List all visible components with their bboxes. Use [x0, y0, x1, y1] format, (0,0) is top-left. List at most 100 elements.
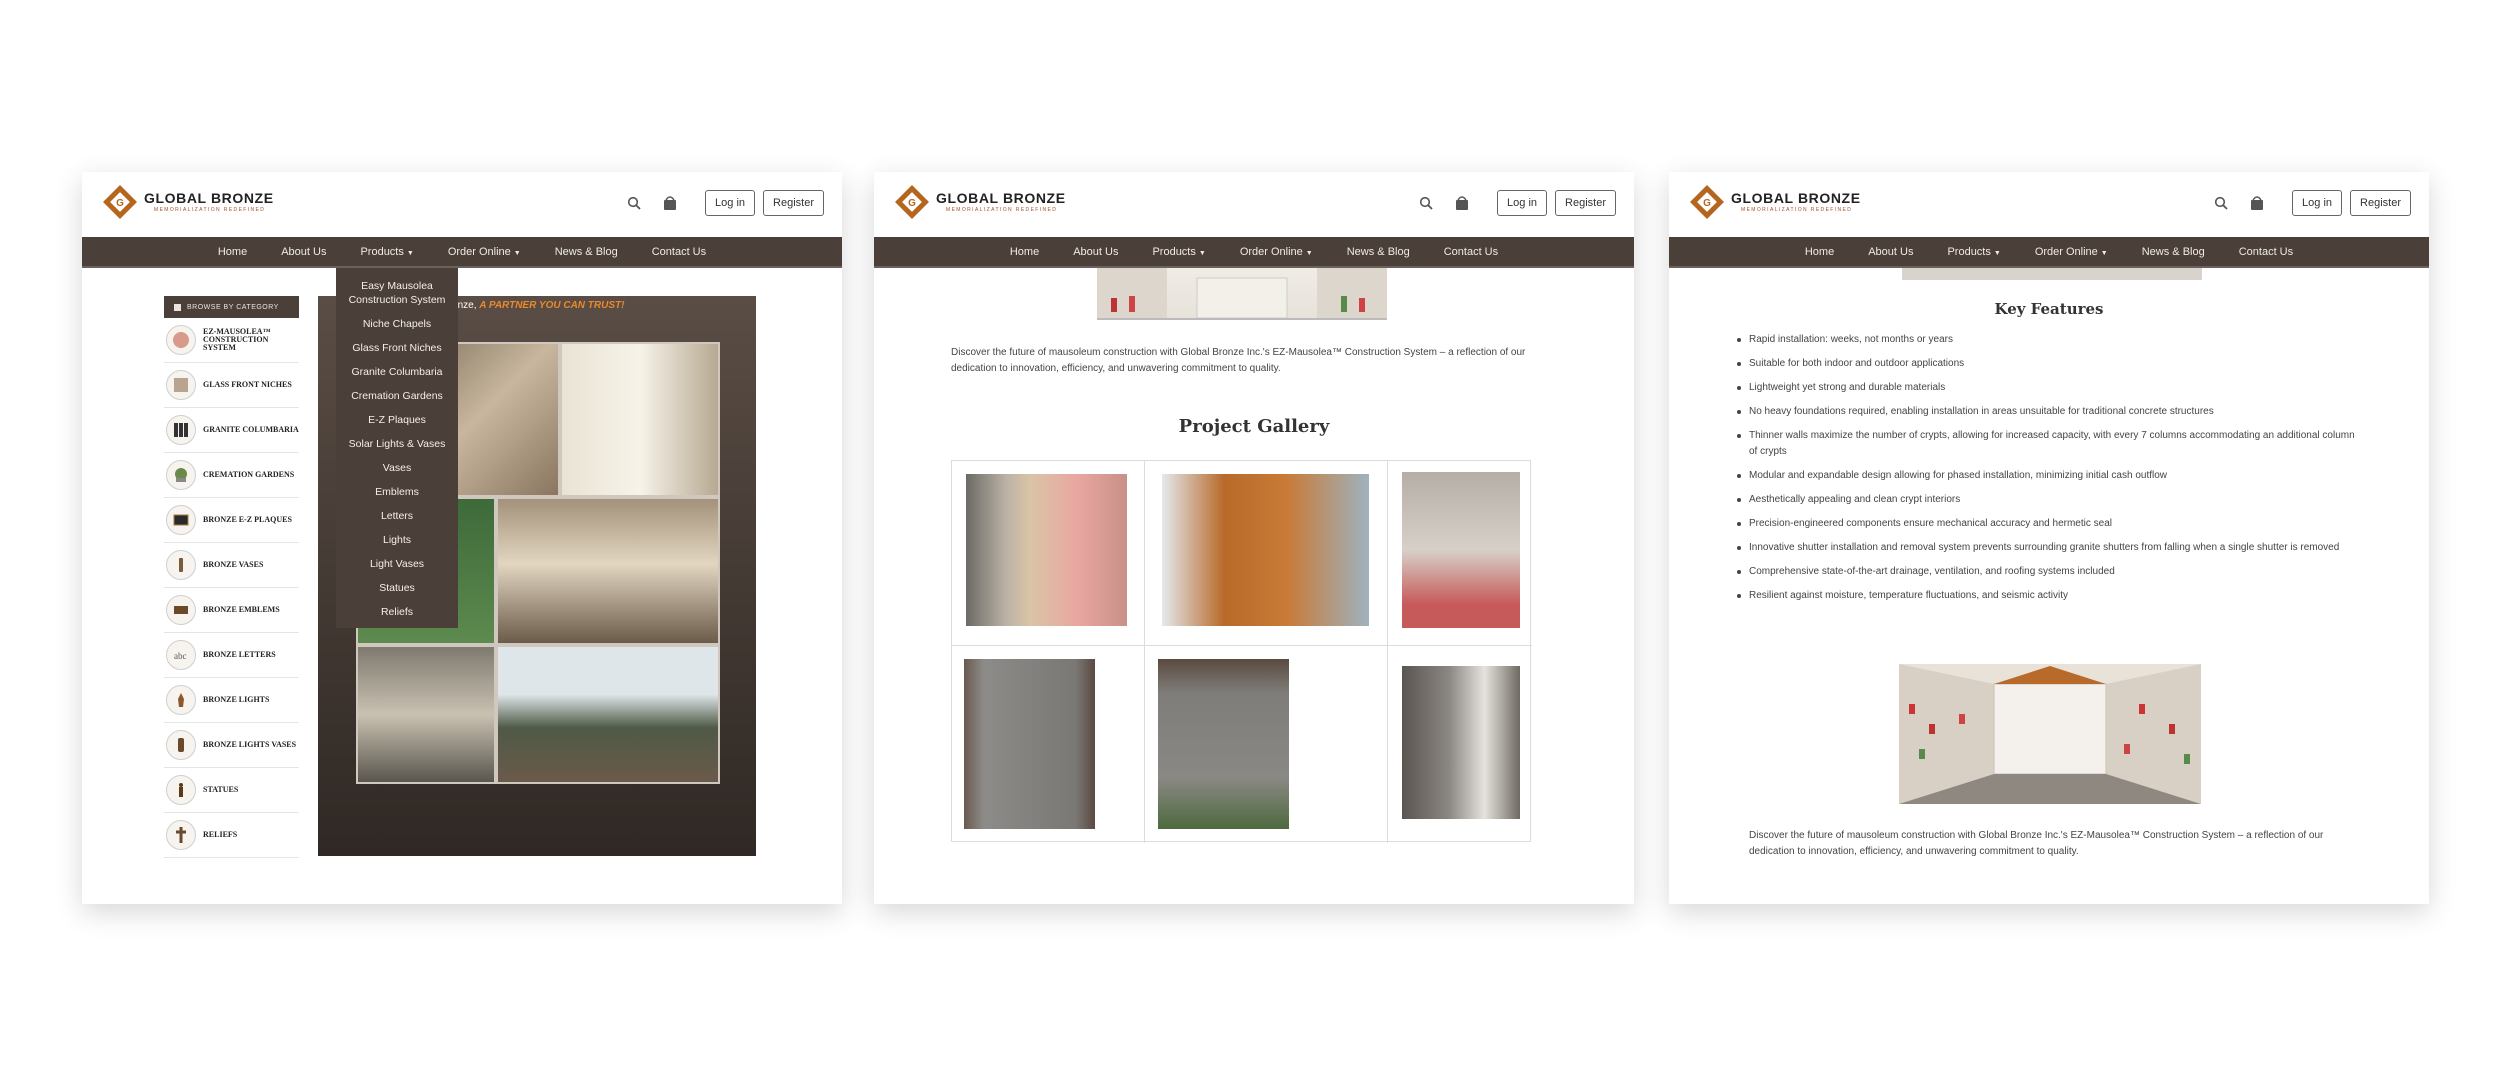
crypt-interior-image [1097, 268, 1387, 320]
sidebar-item-bronze-letters[interactable]: abc BRONZE LETTERS [164, 633, 299, 678]
sidebar-item-label: BRONZE EMBLEMS [203, 605, 280, 614]
gallery-title: Project Gallery [1178, 416, 1330, 437]
sidebar-item-bronze-ez-plaques[interactable]: BRONZE E-Z PLAQUES [164, 498, 299, 543]
nav-contact-us[interactable]: Contact Us [652, 246, 706, 258]
svg-text:G: G [116, 198, 124, 209]
login-button[interactable]: Log in [705, 190, 756, 216]
search-icon[interactable] [625, 194, 643, 212]
nav-news-blog[interactable]: News & Blog [1347, 246, 1410, 258]
banner-highlight: A PARTNER YOU CAN TRUST! [479, 300, 625, 311]
site-logo[interactable]: G GLOBAL BRONZE MEMORIALIZATION REDEFINED [102, 182, 274, 222]
crypt-room-graphic [1899, 664, 2201, 804]
feature-item: Precision-engineered components ensure m… [1735, 516, 2355, 532]
sidebar-item-cremation-gardens[interactable]: CREMATION GARDENS [164, 453, 299, 498]
brand-name: GLOBAL BRONZE [144, 190, 274, 206]
dropdown-item-cremation-gardens[interactable]: Cremation Gardens [336, 384, 458, 408]
cart-icon[interactable] [2248, 194, 2266, 212]
register-button[interactable]: Register [763, 190, 824, 216]
dropdown-item-reliefs[interactable]: Reliefs [336, 600, 458, 624]
cart-icon[interactable] [1453, 194, 1471, 212]
search-icon[interactable] [1417, 194, 1435, 212]
collage-photo-plaques [356, 645, 496, 784]
nav-order-online-label: Order Online [1239, 245, 1303, 258]
main-nav: Home About Us Products ▼ Order Online ▼ Ne… [1669, 237, 2429, 268]
dropdown-item-ez-plaques[interactable]: E-Z Plaques [336, 408, 458, 432]
nav-about-us[interactable]: About Us [281, 246, 326, 258]
nav-order-online-label: Order Online [2034, 245, 2098, 258]
dropdown-item-emblems[interactable]: Emblems [336, 480, 458, 504]
category-thumbnail [166, 325, 196, 355]
brand-tagline: MEMORIALIZATION REDEFINED [946, 207, 1058, 213]
category-thumbnail [166, 550, 196, 580]
nav-about-us[interactable]: About Us [1868, 246, 1913, 258]
nav-order-online[interactable]: Order Online ▼ [448, 246, 521, 258]
dropdown-item-solar-lights-vases[interactable]: Solar Lights & Vases [336, 432, 458, 456]
sidebar-item-label: GLASS FRONT NICHES [203, 380, 292, 389]
intro-paragraph: Discover the future of mausoleum constru… [951, 347, 1526, 374]
gallery-photo-wood-hallway[interactable] [1162, 474, 1369, 626]
dropdown-item-glass-front-niches[interactable]: Glass Front Niches [336, 336, 458, 360]
dropdown-item-statues[interactable]: Statues [336, 576, 458, 600]
feature-item: Rapid installation: weeks, not months or… [1735, 332, 2355, 348]
nav-home[interactable]: Home [1010, 246, 1039, 258]
chevron-down-icon: ▼ [1198, 249, 1206, 257]
register-button[interactable]: Register [2350, 190, 2411, 216]
gallery-photo-courtyard-statue[interactable] [1402, 666, 1520, 819]
nav-order-online[interactable]: Order Online ▼ [1240, 246, 1313, 258]
nav-news-blog[interactable]: News & Blog [555, 246, 618, 258]
nav-contact-us[interactable]: Contact Us [1444, 246, 1498, 258]
cart-icon[interactable] [661, 194, 679, 212]
login-button[interactable]: Log in [2292, 190, 2343, 216]
nav-contact-us[interactable]: Contact Us [2239, 246, 2293, 258]
nav-products-label: Products [1947, 245, 1991, 258]
sidebar-item-glass-front-niches[interactable]: GLASS FRONT NICHES [164, 363, 299, 408]
brand-tagline: MEMORIALIZATION REDEFINED [154, 207, 266, 213]
nav-order-online[interactable]: Order Online ▼ [2035, 246, 2108, 258]
nav-products[interactable]: Products ▼ [1947, 246, 2000, 258]
feature-item: Resilient against moisture, temperature … [1735, 588, 2355, 604]
gallery-photo-statue-niche[interactable] [1158, 659, 1289, 829]
dropdown-item-letters[interactable]: Letters [336, 504, 458, 528]
search-icon[interactable] [2212, 194, 2230, 212]
sidebar-item-bronze-emblems[interactable]: BRONZE EMBLEMS [164, 588, 299, 633]
sidebar-item-bronze-lights-vases[interactable]: BRONZE LIGHTS VASES [164, 723, 299, 768]
sidebar-item-label: RELIEFS [203, 830, 238, 839]
nav-products[interactable]: Products ▼ [1152, 246, 1205, 258]
project-gallery-grid [951, 460, 1532, 843]
nav-news-blog[interactable]: News & Blog [2142, 246, 2205, 258]
sidebar-item-ez-mausolea[interactable]: EZ-MAUSOLEA™ CONSTRUCTION SYSTEM [164, 318, 299, 363]
nav-about-us[interactable]: About Us [1073, 246, 1118, 258]
dropdown-item-light-vases[interactable]: Light Vases [336, 552, 458, 576]
main-nav: Home About Us Products ▼ Order Online ▼ Ne… [82, 237, 842, 268]
sidebar-item-label: BRONZE LIGHTS [203, 695, 270, 704]
category-thumbnail [166, 415, 196, 445]
brand-name: GLOBAL BRONZE [936, 190, 1066, 206]
dropdown-item-easy-mausolea[interactable]: Easy Mausolea Construction System [336, 274, 458, 312]
gallery-photo-marble-wall[interactable] [966, 474, 1127, 626]
sidebar-item-statues[interactable]: STATUES [164, 768, 299, 813]
collage-photo-statue [496, 645, 720, 784]
logo-diamond-icon: G [1690, 185, 1724, 219]
nav-home[interactable]: Home [218, 246, 247, 258]
site-header: G GLOBAL BRONZE MEMORIALIZATION REDEFINED… [1669, 172, 2429, 237]
gallery-photo-red-carpet-corridor[interactable] [1402, 472, 1520, 628]
dropdown-item-niche-chapels[interactable]: Niche Chapels [336, 312, 458, 336]
dropdown-item-lights[interactable]: Lights [336, 528, 458, 552]
sidebar-item-bronze-vases[interactable]: BRONZE VASES [164, 543, 299, 588]
site-logo[interactable]: G GLOBAL BRONZE MEMORIALIZATION REDEFINED [894, 182, 1066, 222]
dropdown-item-vases[interactable]: Vases [336, 456, 458, 480]
gallery-photo-granite-panel[interactable] [964, 659, 1095, 829]
dropdown-item-granite-columbaria[interactable]: Granite Columbaria [336, 360, 458, 384]
feature-item: Modular and expandable design allowing f… [1735, 468, 2355, 484]
nav-products[interactable]: Products ▼ [360, 246, 413, 258]
sidebar-item-reliefs[interactable]: RELIEFS [164, 813, 299, 858]
sidebar-item-granite-columbaria[interactable]: GRANITE COLUMBARIA [164, 408, 299, 453]
feature-item: Suitable for both indoor and outdoor app… [1735, 356, 2355, 372]
register-button[interactable]: Register [1555, 190, 1616, 216]
login-button[interactable]: Log in [1497, 190, 1548, 216]
nav-home[interactable]: Home [1805, 246, 1834, 258]
site-header: G GLOBAL BRONZE MEMORIALIZATION REDEFINED… [82, 172, 842, 237]
sidebar-item-bronze-lights[interactable]: BRONZE LIGHTS [164, 678, 299, 723]
site-logo[interactable]: G GLOBAL BRONZE MEMORIALIZATION REDEFINED [1689, 182, 1861, 222]
feature-item: Aesthetically appealing and clean crypt … [1735, 492, 2355, 508]
